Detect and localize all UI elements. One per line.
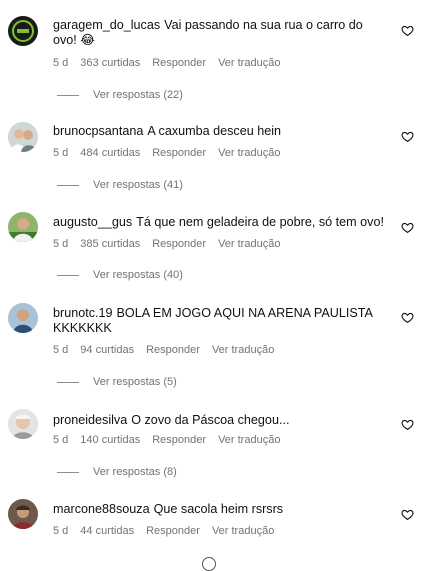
- reply-button[interactable]: Responder: [152, 238, 206, 250]
- comment-username[interactable]: proneidesilva: [53, 413, 127, 427]
- comment-body: garagem_do_lucas Vai passando na sua rua …: [53, 18, 385, 48]
- comment-time[interactable]: 5 d: [53, 344, 68, 356]
- comment-meta: 5 d 140 curtidas Responder Ver tradução: [53, 434, 292, 446]
- comment-meta: 5 d 94 curtidas Responder Ver tradução: [53, 344, 286, 356]
- person-blue-avatar-icon: [8, 303, 38, 333]
- translate-button[interactable]: Ver tradução: [212, 525, 274, 537]
- view-replies-button[interactable]: Ver respostas (5): [57, 376, 177, 388]
- view-replies-button[interactable]: Ver respostas (8): [57, 466, 177, 478]
- view-replies-label: Ver respostas (40): [93, 269, 183, 281]
- translate-button[interactable]: Ver tradução: [218, 57, 280, 69]
- avatar[interactable]: [8, 212, 38, 242]
- heart-outline-icon: [401, 131, 414, 143]
- reply-button[interactable]: Responder: [146, 525, 200, 537]
- garage-logo-avatar-icon: [8, 16, 38, 46]
- comment-username[interactable]: brunocpsantana: [53, 124, 143, 138]
- replies-divider: [57, 471, 79, 473]
- avatar[interactable]: [8, 499, 38, 529]
- comment-text: Que sacola heim rsrsrs: [153, 502, 284, 516]
- comment-body: brunotc.19 BOLA EM JOGO AQUI NA ARENA PAU…: [53, 306, 385, 336]
- comment-likes[interactable]: 385 curtidas: [80, 238, 140, 250]
- comment-likes[interactable]: 140 curtidas: [80, 434, 140, 446]
- comment-body: augusto__gus Tá que nem geladeira de pobr…: [53, 215, 385, 230]
- view-replies-label: Ver respostas (8): [93, 466, 177, 478]
- view-replies-label: Ver respostas (41): [93, 179, 183, 191]
- comment-text: O zovo da Páscoa chegou...: [131, 413, 290, 427]
- like-button[interactable]: [401, 508, 414, 521]
- view-replies-button[interactable]: Ver respostas (40): [57, 269, 183, 281]
- comment-time[interactable]: 5 d: [53, 57, 68, 69]
- person-field-avatar-icon: [8, 212, 38, 242]
- like-button[interactable]: [401, 311, 414, 324]
- translate-button[interactable]: Ver tradução: [218, 147, 280, 159]
- avatar[interactable]: [8, 409, 38, 439]
- comment-meta: 5 d 363 curtidas Responder Ver tradução: [53, 57, 292, 69]
- comment-time[interactable]: 5 d: [53, 434, 68, 446]
- translate-button[interactable]: Ver tradução: [212, 344, 274, 356]
- avatar[interactable]: [8, 122, 38, 152]
- heart-outline-icon: [401, 222, 414, 234]
- comment-meta: 5 d 385 curtidas Responder Ver tradução: [53, 238, 292, 250]
- heart-outline-icon: [401, 419, 414, 431]
- couple-photo-avatar-icon: [8, 122, 38, 152]
- replies-divider: [57, 274, 79, 276]
- comment-meta: 5 d 484 curtidas Responder Ver tradução: [53, 147, 292, 159]
- translate-button[interactable]: Ver tradução: [218, 434, 280, 446]
- replies-divider: [57, 184, 79, 186]
- heart-outline-icon: [401, 312, 414, 324]
- view-replies-button[interactable]: Ver respostas (41): [57, 179, 183, 191]
- comment-likes[interactable]: 44 curtidas: [80, 525, 134, 537]
- person-dark-avatar-icon: [8, 499, 38, 529]
- reply-button[interactable]: Responder: [152, 147, 206, 159]
- like-button[interactable]: [401, 24, 414, 37]
- reply-button[interactable]: Responder: [152, 434, 206, 446]
- person-light-avatar-icon: [8, 409, 38, 439]
- like-button[interactable]: [401, 130, 414, 143]
- comment-likes[interactable]: 94 curtidas: [80, 344, 134, 356]
- translate-button[interactable]: Ver tradução: [218, 238, 280, 250]
- view-replies-label: Ver respostas (22): [93, 89, 183, 101]
- comment-username[interactable]: augusto__gus: [53, 215, 132, 229]
- loading-spinner-icon: [202, 557, 216, 571]
- reply-button[interactable]: Responder: [146, 344, 200, 356]
- replies-divider: [57, 381, 79, 383]
- like-button[interactable]: [401, 418, 414, 431]
- heart-outline-icon: [401, 25, 414, 37]
- comment-time[interactable]: 5 d: [53, 238, 68, 250]
- reply-button[interactable]: Responder: [152, 57, 206, 69]
- comment-username[interactable]: brunotc.19: [53, 306, 113, 320]
- comment-text: Tá que nem geladeira de pobre, só tem ov…: [136, 215, 384, 229]
- heart-outline-icon: [401, 509, 414, 521]
- comment-meta: 5 d 44 curtidas Responder Ver tradução: [53, 525, 286, 537]
- avatar[interactable]: [8, 303, 38, 333]
- comment-time[interactable]: 5 d: [53, 525, 68, 537]
- comment-body: marcone88souza Que sacola heim rsrsrs: [53, 502, 385, 517]
- comment-time[interactable]: 5 d: [53, 147, 68, 159]
- comment-body: brunocpsantana A caxumba desceu hein: [53, 124, 385, 139]
- like-button[interactable]: [401, 221, 414, 234]
- view-replies-button[interactable]: Ver respostas (22): [57, 89, 183, 101]
- comment-body: proneidesilva O zovo da Páscoa chegou...: [53, 413, 385, 428]
- comment-username[interactable]: marcone88souza: [53, 502, 150, 516]
- avatar[interactable]: [8, 16, 38, 46]
- comment-text: A caxumba desceu hein: [147, 124, 282, 138]
- comment-username[interactable]: garagem_do_lucas: [53, 18, 160, 32]
- comment-likes[interactable]: 484 curtidas: [80, 147, 140, 159]
- replies-divider: [57, 94, 79, 96]
- comment-likes[interactable]: 363 curtidas: [80, 57, 140, 69]
- view-replies-label: Ver respostas (5): [93, 376, 177, 388]
